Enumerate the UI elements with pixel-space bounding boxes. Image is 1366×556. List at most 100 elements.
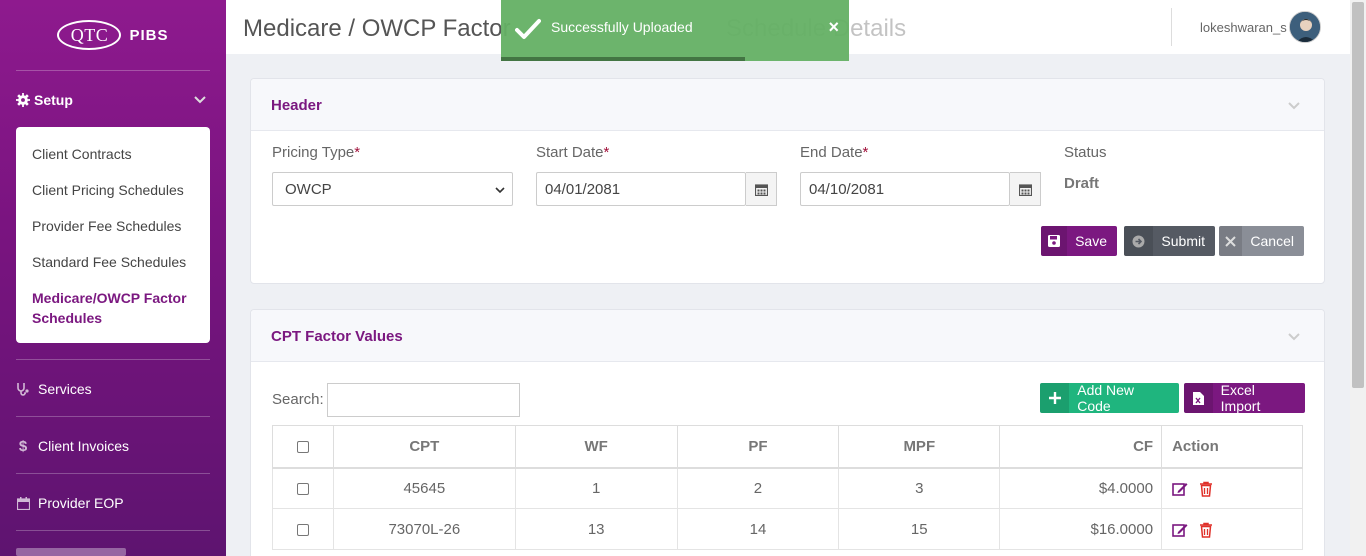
cell-cpt: 73070L-26 — [332, 508, 516, 550]
sidebar-divider — [16, 530, 210, 531]
button-label: Add New Code — [1077, 383, 1135, 413]
status-value: Draft — [1064, 175, 1100, 192]
row-select-cell — [272, 508, 334, 550]
chevron-down-icon[interactable] — [1288, 99, 1300, 111]
col-header-action: Action — [1161, 425, 1303, 469]
cell-pf: 14 — [676, 508, 840, 550]
chevron-down-icon[interactable] — [1288, 330, 1300, 342]
sidebar-item-partial[interactable] — [16, 548, 126, 556]
search-input[interactable] — [327, 383, 520, 417]
button-label: Submit — [1161, 233, 1205, 249]
cell-mpf: 3 — [838, 467, 1001, 509]
submenu-item-standard-fee-schedules[interactable]: Standard Fee Schedules — [32, 254, 186, 270]
logo[interactable]: QTC PIBS — [0, 0, 226, 70]
username[interactable]: lokeshwaran_s — [1200, 20, 1287, 35]
cell-cf: $4.0000 — [999, 467, 1163, 509]
stethoscope-icon — [16, 382, 30, 396]
trash-icon[interactable] — [1198, 481, 1214, 497]
pricing-type-select[interactable]: OWCP — [272, 172, 513, 206]
trash-icon[interactable] — [1198, 522, 1214, 538]
cell-wf: 1 — [514, 467, 678, 509]
col-header-cpt[interactable]: CPT — [332, 425, 516, 469]
submenu-item-provider-fee-schedules[interactable]: Provider Fee Schedules — [32, 218, 181, 234]
page-title: Medicare / OWCP Factor — [243, 15, 511, 42]
page-scrollbar[interactable] — [1350, 0, 1366, 556]
avatar[interactable] — [1289, 11, 1321, 43]
cell-actions — [1161, 508, 1303, 550]
chevron-down-icon — [194, 96, 206, 104]
search-label: Search: — [272, 391, 324, 408]
excel-import-button[interactable]: Excel Import — [1184, 383, 1305, 413]
sidebar-item-client-invoices[interactable]: $ Client Invoices — [16, 436, 210, 456]
logo-mark: QTC — [57, 20, 122, 50]
table-row: 45645 1 2 3 $4.0000 — [272, 467, 1303, 509]
user-separator — [1171, 8, 1172, 46]
pricing-type-label: Pricing Type* — [272, 144, 360, 161]
submenu-item-client-contracts[interactable]: Client Contracts — [32, 146, 132, 162]
button-label: Cancel — [1250, 233, 1294, 249]
cpt-card-head[interactable]: CPT Factor Values — [251, 310, 1324, 362]
sidebar-item-setup[interactable]: Setup — [16, 90, 210, 110]
col-header-pf[interactable]: PF — [676, 425, 840, 469]
button-label: Save — [1075, 233, 1107, 249]
sidebar-divider — [16, 359, 210, 360]
cell-actions — [1161, 467, 1303, 509]
end-date-picker-button[interactable] — [1010, 172, 1041, 206]
cell-wf: 13 — [514, 508, 678, 550]
setup-submenu: Client Contracts Client Pricing Schedule… — [16, 127, 210, 343]
cancel-button[interactable]: Cancel — [1219, 226, 1304, 256]
arrow-circle-right-icon — [1124, 226, 1154, 256]
start-date-input[interactable]: 04/01/2081 — [536, 172, 746, 206]
col-header-mpf[interactable]: MPF — [838, 425, 1001, 469]
cpt-factor-card: CPT Factor Values Search: Add New Code E… — [250, 309, 1325, 556]
row-checkbox[interactable] — [296, 482, 309, 495]
edit-icon[interactable] — [1172, 522, 1188, 538]
cell-cf: $16.0000 — [999, 508, 1163, 550]
submenu-item-medicare-owcp[interactable]: Medicare/OWCP Factor Schedules — [32, 288, 197, 328]
sidebar-item-provider-eop[interactable]: Provider EOP — [16, 493, 210, 513]
calendar-icon — [1018, 183, 1032, 196]
logo-text: PIBS — [129, 26, 169, 44]
sidebar-divider — [16, 416, 210, 417]
sidebar-item-label: Client Invoices — [38, 438, 130, 454]
col-header-cf[interactable]: CF — [999, 425, 1163, 469]
required-marker: * — [862, 144, 869, 161]
cpt-table: CPT WF PF MPF CF Action 45645 1 2 3 $4.0… — [272, 425, 1303, 550]
sidebar-item-services[interactable]: Services — [16, 379, 210, 399]
select-all-checkbox[interactable] — [296, 440, 309, 453]
toast-close-button[interactable]: × — [828, 17, 839, 38]
excel-file-icon — [1184, 383, 1213, 413]
sidebar: QTC PIBS Setup Client Contracts Client P… — [0, 0, 226, 556]
label-text: Pricing Type — [272, 144, 355, 161]
row-checkbox[interactable] — [296, 523, 309, 536]
scrollbar-thumb[interactable] — [1352, 2, 1364, 388]
check-icon — [515, 19, 541, 39]
floppy-disk-icon — [1041, 226, 1068, 256]
calendar-icon — [16, 496, 30, 510]
add-new-code-button[interactable]: Add New Code — [1040, 383, 1179, 413]
toast-notification: Successfully Uploaded × — [501, 0, 849, 61]
start-date-label: Start Date* — [536, 144, 609, 161]
sidebar-divider — [16, 70, 210, 71]
button-label: Excel Import — [1220, 383, 1261, 413]
dollar-icon: $ — [18, 437, 28, 455]
submenu-item-client-pricing-schedules[interactable]: Client Pricing Schedules — [32, 182, 184, 198]
col-header-wf[interactable]: WF — [514, 425, 678, 469]
sidebar-item-label: Provider EOP — [38, 495, 124, 511]
header-card-head[interactable]: Header — [251, 79, 1324, 131]
close-icon — [1219, 226, 1243, 256]
sidebar-item-label: Setup — [34, 92, 73, 108]
save-button[interactable]: Save — [1041, 226, 1117, 256]
start-date-picker-button[interactable] — [746, 172, 777, 206]
header-card: Header Pricing Type* OWCP Start Date* 04… — [250, 78, 1325, 284]
chevron-down-icon — [495, 187, 505, 194]
cell-mpf: 15 — [838, 508, 1001, 550]
edit-icon[interactable] — [1172, 481, 1188, 497]
submit-button[interactable]: Submit — [1124, 226, 1215, 256]
table-row: 73070L-26 13 14 15 $16.0000 — [272, 508, 1303, 550]
status-label: Status — [1064, 144, 1107, 161]
end-date-input[interactable]: 04/10/2081 — [800, 172, 1010, 206]
toast-message: Successfully Uploaded — [551, 19, 693, 35]
select-all-cell — [272, 425, 334, 469]
card-title: CPT Factor Values — [271, 328, 403, 345]
